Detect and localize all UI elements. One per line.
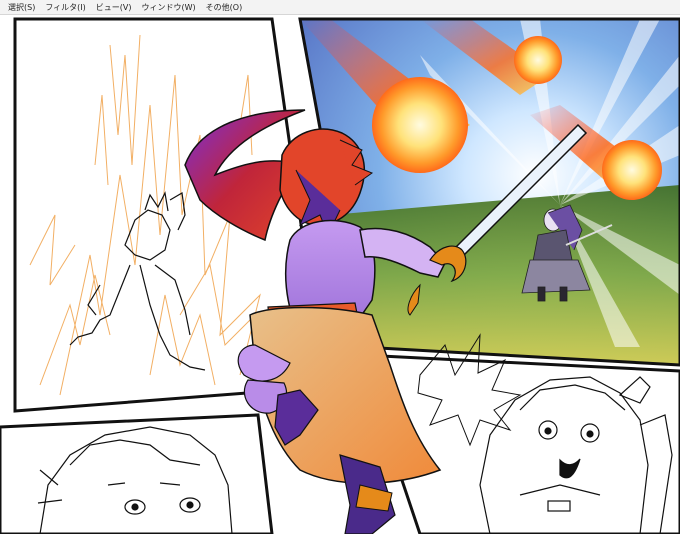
menu-window[interactable]: ウィンドウ(W)	[137, 0, 201, 15]
bottom-left-panel	[0, 413, 274, 534]
menu-other[interactable]: その他(O)	[201, 0, 248, 15]
menu-bar: 選択(S) フィルタ(I) ビュー(V) ウィンドウ(W) その他(O)	[0, 0, 680, 15]
drawing-canvas[interactable]	[0, 15, 680, 534]
menu-filter[interactable]: フィルタ(I)	[40, 0, 90, 15]
menu-view[interactable]: ビュー(V)	[91, 0, 137, 15]
manga-page-artwork	[0, 17, 680, 534]
menu-select[interactable]: 選択(S)	[3, 0, 40, 15]
